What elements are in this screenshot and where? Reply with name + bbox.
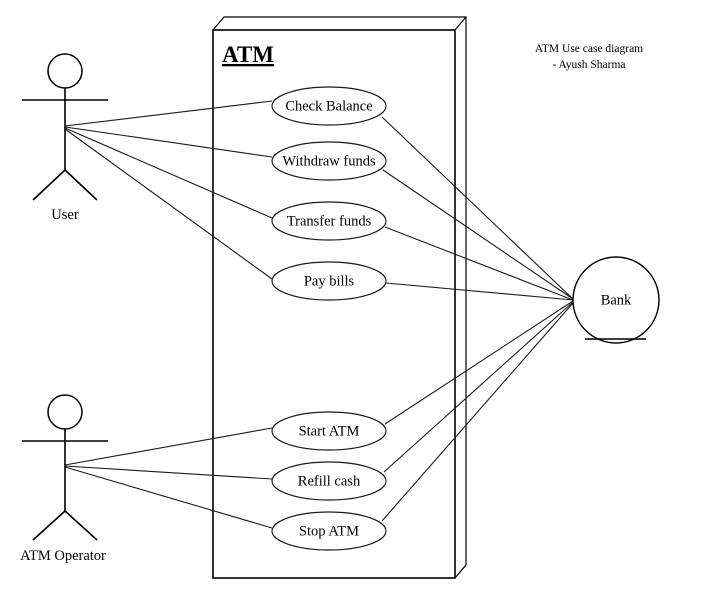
use-case-label: Withdraw funds: [282, 153, 376, 169]
use-case-label: Transfer funds: [287, 213, 372, 229]
association-pay-bills-bank: [385, 282, 574, 301]
use-case-stop-atm[interactable]: Stop ATM: [271, 511, 387, 551]
diagram-canvas: ATM Check Balance Withdraw funds Transfer …: [20, 16, 660, 579]
use-case-label: Stop ATM: [299, 523, 359, 539]
actor-operator[interactable]: ATM Operator: [20, 394, 108, 564]
association-start-atm-bank: [384, 300, 574, 425]
association-stop-atm-bank: [381, 302, 574, 522]
association-user-check-balance: [64, 100, 273, 127]
actor-left-leg-line: [32, 510, 66, 541]
association-operator-start-atm: [64, 427, 273, 466]
use-case-nodes: Check Balance Withdraw funds Transfer fund…: [271, 86, 387, 551]
caption-title: ATM Use case diagram: [535, 43, 643, 55]
use-case-diagram: ATM Check Balance Withdraw funds Transfer …: [0, 0, 725, 601]
association-refill-cash-bank: [383, 301, 574, 473]
use-case-check-balance[interactable]: Check Balance: [271, 86, 387, 126]
actor-label: Bank: [601, 292, 632, 308]
use-case-label: Check Balance: [285, 98, 372, 114]
association-operator-refill-cash: [64, 465, 273, 480]
use-case-refill-cash[interactable]: Refill cash: [271, 461, 387, 501]
actor-right-leg-line: [64, 510, 98, 541]
use-case-withdraw-funds[interactable]: Withdraw funds: [271, 141, 387, 181]
association-operator-stop-atm: [64, 466, 273, 529]
actor-bank[interactable]: Bank: [572, 256, 660, 344]
use-case-start-atm[interactable]: Start ATM: [271, 411, 387, 451]
use-case-label: Pay bills: [304, 273, 355, 289]
system-boundary-title: ATM: [222, 42, 274, 67]
actor-user[interactable]: User: [22, 53, 108, 223]
association-withdraw-funds-bank: [382, 169, 574, 300]
actor-head-icon: [47, 394, 83, 430]
actor-right-leg-line: [64, 169, 98, 201]
actor-head-icon: [47, 53, 83, 89]
actor-label: User: [51, 207, 79, 223]
actor-left-leg-line: [32, 169, 66, 201]
association-check-balance-bank: [381, 116, 574, 300]
use-case-transfer-funds[interactable]: Transfer funds: [271, 201, 387, 241]
actor-label: ATM Operator: [20, 548, 106, 564]
association-transfer-funds-bank: [384, 226, 574, 301]
caption-author: - Ayush Sharma: [552, 59, 625, 71]
diagram-caption: ATM Use case diagram - Ayush Sharma: [535, 43, 643, 71]
use-case-label: Start ATM: [299, 423, 360, 439]
use-case-label: Refill cash: [298, 473, 361, 489]
use-case-pay-bills[interactable]: Pay bills: [271, 261, 387, 301]
